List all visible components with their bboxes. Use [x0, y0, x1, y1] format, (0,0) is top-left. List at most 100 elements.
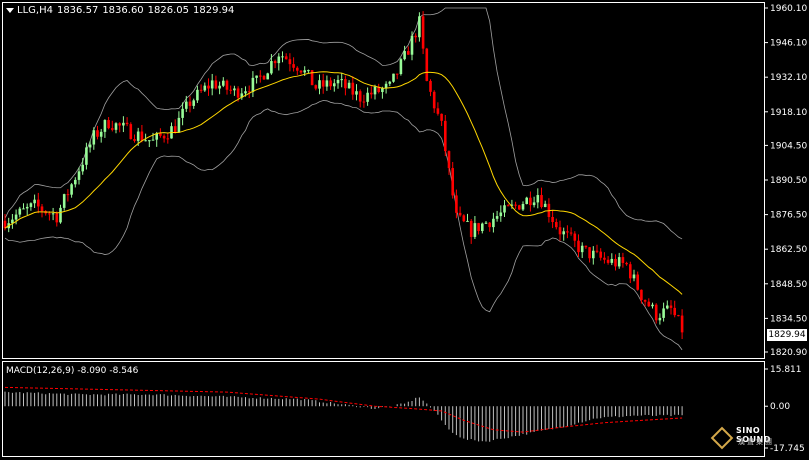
candle-body	[288, 59, 292, 65]
candle-body	[569, 232, 573, 234]
candle-body	[229, 89, 232, 91]
candle-body	[444, 120, 447, 152]
candle-body	[662, 308, 665, 318]
high-value: 1836.60	[102, 5, 144, 16]
candle-body	[399, 59, 403, 75]
candle-body	[562, 231, 565, 235]
candle-body	[640, 289, 643, 301]
macd-tick-label: 0.00	[770, 402, 790, 412]
candle-body	[214, 80, 218, 89]
price-tick-label: 1946.10	[770, 39, 807, 49]
candle-body	[51, 213, 55, 215]
candle-body	[440, 113, 443, 121]
candle-body	[55, 213, 59, 223]
candle-body	[329, 80, 332, 87]
price-tick-label: 1834.50	[770, 314, 807, 324]
candle-body	[281, 56, 284, 58]
candle-body	[436, 108, 440, 114]
candle-body	[425, 48, 429, 81]
candle-body	[251, 77, 255, 92]
candle-body	[185, 101, 188, 109]
candle-body	[536, 195, 540, 203]
candle-body	[173, 126, 177, 133]
macd-header: MACD(12,26,9) -8.090 -8.546	[6, 366, 141, 376]
candle-body	[558, 227, 562, 235]
candle-body	[381, 88, 384, 93]
candle-body	[196, 89, 199, 101]
candle-body	[355, 91, 358, 95]
candle-body	[632, 274, 636, 279]
candle-body	[410, 35, 414, 55]
bollinger-bands	[4, 7, 683, 351]
candle-body	[481, 223, 484, 232]
candle-body	[669, 305, 673, 308]
price-tick-label: 1918.10	[770, 108, 807, 118]
candle-body	[148, 140, 151, 142]
candle-body	[118, 123, 121, 126]
candle-body	[414, 35, 417, 38]
candle-body	[48, 213, 51, 215]
candle-body	[166, 138, 170, 140]
sino-sound-logo: SINO SOUND 漢聲集團	[710, 426, 776, 454]
candle-body	[292, 64, 295, 68]
candle-body	[407, 51, 410, 55]
candle-body	[273, 61, 277, 64]
candle-body	[207, 85, 210, 89]
price-tick-label: 1820.90	[770, 348, 807, 358]
candle-body	[658, 317, 662, 321]
candle-body	[373, 86, 377, 95]
macd-value: -8.090	[77, 366, 107, 376]
candle-body	[673, 307, 676, 316]
candle-body	[266, 73, 269, 80]
candle-body	[247, 91, 251, 93]
price-tick-label: 1932.10	[770, 73, 807, 83]
candle-body	[636, 274, 639, 290]
candle-body	[351, 82, 355, 95]
candle-body	[18, 208, 22, 215]
macd-label: MACD(12,26,9)	[6, 366, 75, 376]
candle-body	[370, 92, 373, 95]
candle-body	[318, 80, 321, 89]
candle-body	[492, 218, 495, 228]
candle-body	[140, 131, 144, 141]
candle-body	[218, 85, 221, 89]
candle-body	[625, 262, 628, 265]
candle-body	[495, 216, 499, 219]
macd-tick-label: 15.811	[770, 365, 802, 375]
candle-body	[270, 61, 273, 74]
candle-body	[617, 257, 621, 267]
candle-body	[462, 215, 466, 222]
candle-body	[344, 79, 347, 89]
candle-body	[677, 315, 680, 317]
chevron-down-icon[interactable]	[6, 7, 14, 13]
candle-body	[40, 206, 44, 212]
candle-body	[592, 250, 595, 259]
symbol-timeframe: LLG,H4	[17, 5, 53, 16]
logo-diamond-icon	[710, 426, 734, 450]
candle-body	[418, 16, 421, 38]
candle-body	[210, 80, 214, 89]
last-price-tag: 1829.94	[767, 329, 807, 341]
price-tick-label: 1904.50	[770, 141, 807, 151]
candle-body	[458, 212, 462, 216]
candle-body	[33, 199, 36, 204]
candle-body	[584, 245, 588, 248]
candle-body	[580, 245, 584, 253]
candle-body	[555, 222, 558, 228]
chart-header: LLG,H4 1836.57 1836.60 1826.05 1829.94	[6, 5, 238, 16]
candle-body	[395, 73, 399, 75]
candle-body	[362, 101, 366, 103]
price-tick-label: 1876.50	[770, 211, 807, 221]
candle-body	[543, 203, 547, 208]
candle-body	[347, 82, 351, 89]
candle-body	[333, 83, 336, 87]
candle-body	[296, 67, 299, 71]
candle-body	[125, 122, 129, 125]
candle-body	[25, 206, 29, 209]
candle-body	[88, 144, 92, 148]
candle-body	[647, 301, 651, 307]
candle-body	[307, 70, 310, 72]
candle-body	[469, 220, 473, 237]
candle-body	[107, 120, 110, 129]
candle-body	[521, 203, 525, 210]
